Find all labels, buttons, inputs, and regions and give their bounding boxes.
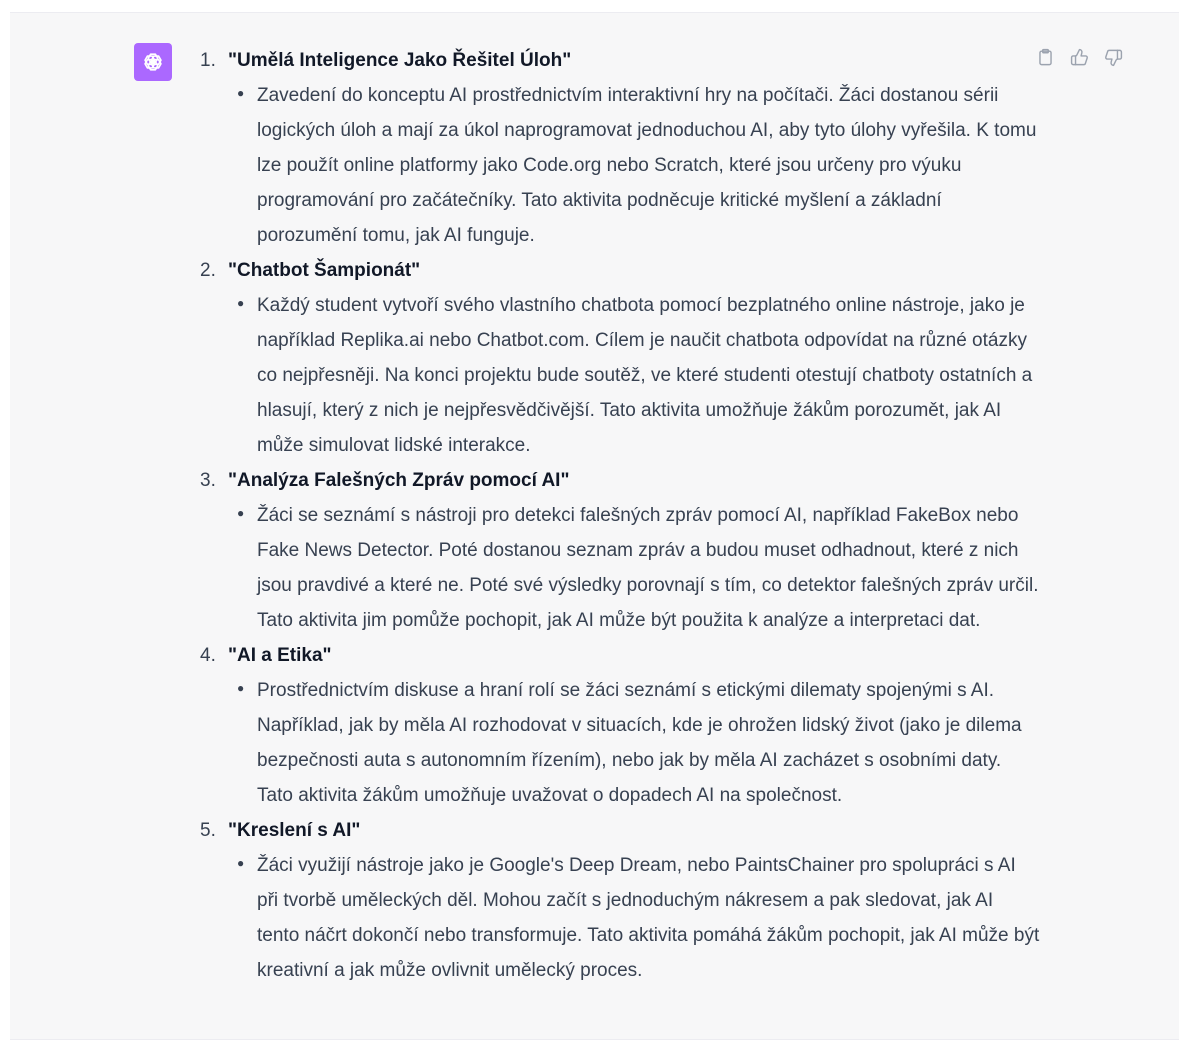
bullet-item: ● Prostřednictvím diskuse a hraní rolí s… xyxy=(237,673,1040,813)
bullet-item: ● Žáci se seznámí s nástroji pro detekci… xyxy=(237,498,1040,638)
item-number: 1. xyxy=(200,50,216,71)
bullet-text: Žáci se seznámí s nástroji pro detekci f… xyxy=(257,505,1039,631)
item-title: "Umělá Inteligence Jako Řešitel Úloh" xyxy=(228,50,572,71)
openai-logo-icon xyxy=(144,53,162,71)
message-content: 1. "Umělá Inteligence Jako Řešitel Úloh"… xyxy=(200,43,1040,988)
bullet-text: Žáci využijí nástroje jako je Google's D… xyxy=(257,855,1040,981)
list-item: 4. "AI a Etika" ● Prostřednictvím diskus… xyxy=(200,638,1040,813)
bullet-item: ● Každý student vytvoří svého vlastního … xyxy=(237,288,1040,463)
thumbs-up-button[interactable] xyxy=(1068,46,1090,68)
bullet-marker: ● xyxy=(237,681,245,695)
thumbs-down-button[interactable] xyxy=(1102,46,1124,68)
assistant-avatar xyxy=(134,43,172,81)
bullet-list: ● Žáci využijí nástroje jako je Google's… xyxy=(228,848,1040,988)
bullet-list: ● Každý student vytvoří svého vlastního … xyxy=(228,288,1040,463)
bullet-item: ● Zavedení do konceptu AI prostřednictví… xyxy=(237,78,1040,253)
item-number: 2. xyxy=(200,260,216,281)
item-title: "Kreslení s AI" xyxy=(228,820,361,841)
bullet-marker: ● xyxy=(237,506,245,520)
list-item: 3. "Analýza Falešných Zpráv pomocí AI" ●… xyxy=(200,463,1040,638)
thumbs-up-icon xyxy=(1070,48,1088,65)
bullet-list: ● Žáci se seznámí s nástroji pro detekci… xyxy=(228,498,1040,638)
item-number: 4. xyxy=(200,645,216,666)
bullet-marker: ● xyxy=(237,856,245,870)
bullet-text: Prostřednictvím diskuse a hraní rolí se … xyxy=(257,680,1022,806)
item-title: "AI a Etika" xyxy=(228,645,332,666)
assistant-message: 1. "Umělá Inteligence Jako Řešitel Úloh"… xyxy=(10,12,1179,1040)
list-item: 1. "Umělá Inteligence Jako Řešitel Úloh"… xyxy=(200,43,1040,253)
activity-list: 1. "Umělá Inteligence Jako Řešitel Úloh"… xyxy=(200,43,1040,988)
bullet-marker: ● xyxy=(237,86,245,100)
item-title: "Chatbot Šampionát" xyxy=(228,260,421,281)
item-number: 3. xyxy=(200,470,216,491)
list-item: 5. "Kreslení s AI" ● Žáci využijí nástro… xyxy=(200,813,1040,988)
item-number: 5. xyxy=(200,820,216,841)
item-title: "Analýza Falešných Zpráv pomocí AI" xyxy=(228,470,570,491)
bullet-item: ● Žáci využijí nástroje jako je Google's… xyxy=(237,848,1040,988)
bullet-text: Zavedení do konceptu AI prostřednictvím … xyxy=(257,85,1037,246)
bullet-text: Každý student vytvoří svého vlastního ch… xyxy=(257,295,1033,456)
page: 1. "Umělá Inteligence Jako Řešitel Úloh"… xyxy=(0,0,1179,1050)
bullet-marker: ● xyxy=(237,296,245,310)
bullet-list: ● Zavedení do konceptu AI prostřednictví… xyxy=(228,78,1040,253)
thumbs-down-icon xyxy=(1104,49,1122,66)
bullet-list: ● Prostřednictvím diskuse a hraní rolí s… xyxy=(228,673,1040,813)
list-item: 2. "Chatbot Šampionát" ● Každý student v… xyxy=(200,253,1040,463)
message-actions xyxy=(1034,46,1124,68)
